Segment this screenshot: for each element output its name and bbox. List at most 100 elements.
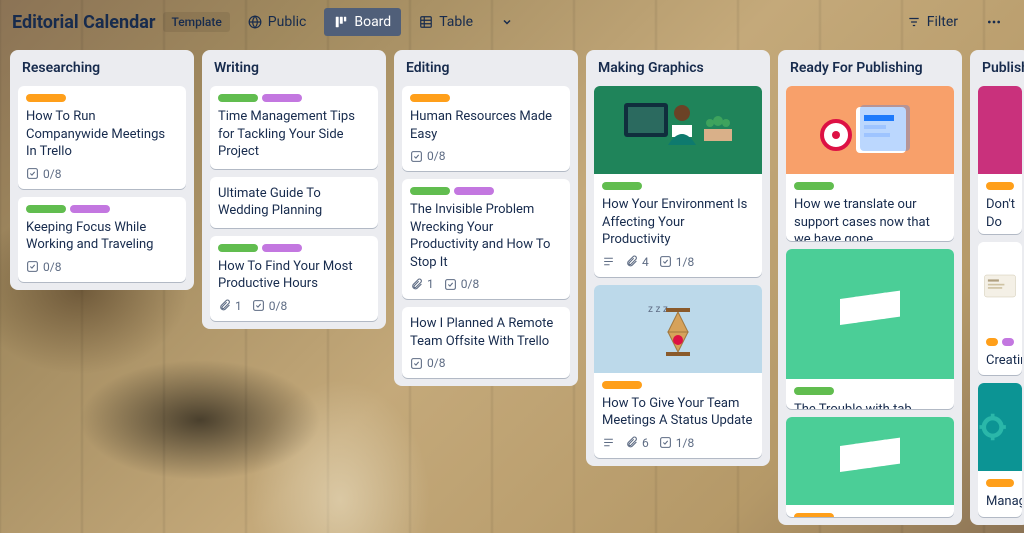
attachment-badge: 1 bbox=[218, 299, 242, 313]
filter-label: Filter bbox=[927, 14, 958, 30]
card[interactable]: Time Management Tips for Tackling Your S… bbox=[210, 86, 378, 169]
card-labels bbox=[26, 205, 178, 213]
attachment-badge: 6 bbox=[625, 436, 649, 450]
card[interactable]: How Your Environment Is Affecting Your P… bbox=[594, 86, 762, 277]
template-badge[interactable]: Template bbox=[163, 12, 229, 32]
card[interactable]: How To Run Companywide Meetings In Trell… bbox=[18, 86, 186, 189]
label-purple[interactable] bbox=[262, 244, 302, 252]
label-orange[interactable] bbox=[26, 94, 66, 102]
filter-icon bbox=[907, 15, 921, 29]
card-title: Managing bbox=[986, 493, 1014, 511]
label-orange[interactable] bbox=[410, 94, 450, 102]
card-title: Time Management Tips for Tackling Your S… bbox=[218, 108, 370, 161]
list-title[interactable]: Published bbox=[978, 58, 1022, 78]
checklist-badge: 0/8 bbox=[444, 277, 479, 291]
card[interactable]: z z zHow To Give Your Team Meetings A St… bbox=[594, 285, 762, 458]
label-purple[interactable] bbox=[70, 205, 110, 213]
label-orange[interactable] bbox=[602, 381, 642, 389]
svg-text:z z z: z z z bbox=[648, 304, 668, 315]
table-view-button[interactable]: Table bbox=[409, 8, 483, 36]
card-labels bbox=[986, 338, 1014, 346]
label-purple[interactable] bbox=[262, 94, 302, 102]
card-title: How To Find Your Most Productive Hours bbox=[218, 258, 370, 293]
label-purple[interactable] bbox=[454, 187, 494, 195]
card-labels bbox=[986, 182, 1014, 190]
card-title: Keeping Focus While Working and Travelin… bbox=[26, 219, 178, 254]
card[interactable]: Creating4 May bbox=[978, 242, 1022, 376]
filter-button[interactable]: Filter bbox=[897, 8, 968, 36]
visibility-label: Public bbox=[268, 14, 307, 30]
checklist-badge: 0/8 bbox=[410, 149, 445, 163]
card-labels bbox=[602, 381, 754, 389]
card[interactable]: Don't Do18 Oct bbox=[978, 86, 1022, 234]
list: Published Don't Do18 Oct Creating4 May Mana… bbox=[970, 50, 1024, 525]
checklist-badge: 0/8 bbox=[410, 356, 445, 370]
board-icon bbox=[334, 15, 348, 29]
card[interactable]: Human Resources Made Easy 0/8 bbox=[402, 86, 570, 171]
list-title[interactable]: Ready For Publishing bbox=[786, 58, 954, 78]
description-badge bbox=[602, 436, 615, 449]
card-badges: 1 0/8 bbox=[410, 277, 562, 291]
card[interactable]: The Invisible Problem Wrecking Your Prod… bbox=[402, 179, 570, 299]
attachment-badge: 1 bbox=[410, 277, 434, 291]
label-green[interactable] bbox=[410, 187, 450, 195]
views-dropdown[interactable] bbox=[491, 10, 523, 34]
label-orange[interactable] bbox=[986, 338, 998, 346]
label-green[interactable] bbox=[218, 244, 258, 252]
card[interactable]: How I Planned A Remote Team Offsite With… bbox=[402, 307, 570, 378]
card-title: How I Planned A Remote Team Offsite With… bbox=[410, 315, 562, 350]
card[interactable]: How To Get To Inbox Zero bbox=[786, 417, 954, 517]
visibility-button[interactable]: Public bbox=[238, 8, 317, 36]
card[interactable]: The Trouble with tab anxiety, and how to… bbox=[786, 249, 954, 409]
list: Ready For Publishing How we translate our… bbox=[778, 50, 962, 525]
label-green[interactable] bbox=[218, 94, 258, 102]
more-menu-button[interactable] bbox=[976, 8, 1012, 36]
list: Writing Time Management Tips for Tackling… bbox=[202, 50, 386, 329]
label-green[interactable] bbox=[26, 205, 66, 213]
card[interactable]: Ultimate Guide To Wedding Planning bbox=[210, 177, 378, 228]
card-labels bbox=[26, 94, 178, 102]
label-orange[interactable] bbox=[986, 182, 1014, 190]
card[interactable]: Managing10 Feb bbox=[978, 383, 1022, 517]
card-title: How Your Environment Is Affecting Your P… bbox=[602, 196, 754, 249]
list: Making Graphics How Your Environment Is A… bbox=[586, 50, 770, 466]
label-purple[interactable] bbox=[1002, 338, 1014, 346]
card-title: Human Resources Made Easy bbox=[410, 108, 562, 143]
checklist-badge: 0/8 bbox=[252, 299, 287, 313]
table-icon bbox=[419, 15, 433, 29]
label-green[interactable] bbox=[794, 182, 834, 190]
card-title: How To Run Companywide Meetings In Trell… bbox=[26, 108, 178, 161]
card-labels bbox=[218, 94, 370, 102]
board-view-label: Board bbox=[354, 14, 391, 30]
list: Editing Human Resources Made Easy 0/8 The I… bbox=[394, 50, 578, 386]
checklist-badge: 0/8 bbox=[26, 167, 61, 181]
card[interactable]: How we translate our support cases now t… bbox=[786, 86, 954, 241]
board-title: Editorial Calendar bbox=[12, 12, 155, 33]
label-orange[interactable] bbox=[986, 479, 1014, 487]
card-title: Ultimate Guide To Wedding Planning bbox=[218, 185, 370, 220]
board-header: Editorial Calendar Template Public Board… bbox=[0, 0, 1024, 44]
table-view-label: Table bbox=[439, 14, 473, 30]
more-icon bbox=[986, 14, 1002, 30]
card-labels bbox=[986, 479, 1014, 487]
list-title[interactable]: Researching bbox=[18, 58, 186, 78]
label-green[interactable] bbox=[602, 182, 642, 190]
card-labels bbox=[410, 94, 562, 102]
list: Researching How To Run Companywide Meetin… bbox=[10, 50, 194, 290]
card-badges: 0/8 bbox=[26, 260, 178, 274]
card-title: The Trouble with tab anxiety, and how to… bbox=[794, 401, 946, 409]
label-green[interactable] bbox=[794, 387, 834, 395]
list-title[interactable]: Making Graphics bbox=[594, 58, 762, 78]
list-title[interactable]: Writing bbox=[210, 58, 378, 78]
card-title: The Invisible Problem Wrecking Your Prod… bbox=[410, 201, 562, 271]
card-labels bbox=[794, 182, 946, 190]
card[interactable]: How To Find Your Most Productive Hours 10… bbox=[210, 236, 378, 321]
label-orange[interactable] bbox=[794, 513, 834, 517]
checklist-badge: 0/8 bbox=[26, 260, 61, 274]
card-badges: 0/8 bbox=[410, 149, 562, 163]
card[interactable]: Keeping Focus While Working and Travelin… bbox=[18, 197, 186, 282]
card-labels bbox=[218, 244, 370, 252]
board-view-button[interactable]: Board bbox=[324, 8, 401, 36]
list-title[interactable]: Editing bbox=[402, 58, 570, 78]
chevron-down-icon bbox=[501, 16, 513, 28]
